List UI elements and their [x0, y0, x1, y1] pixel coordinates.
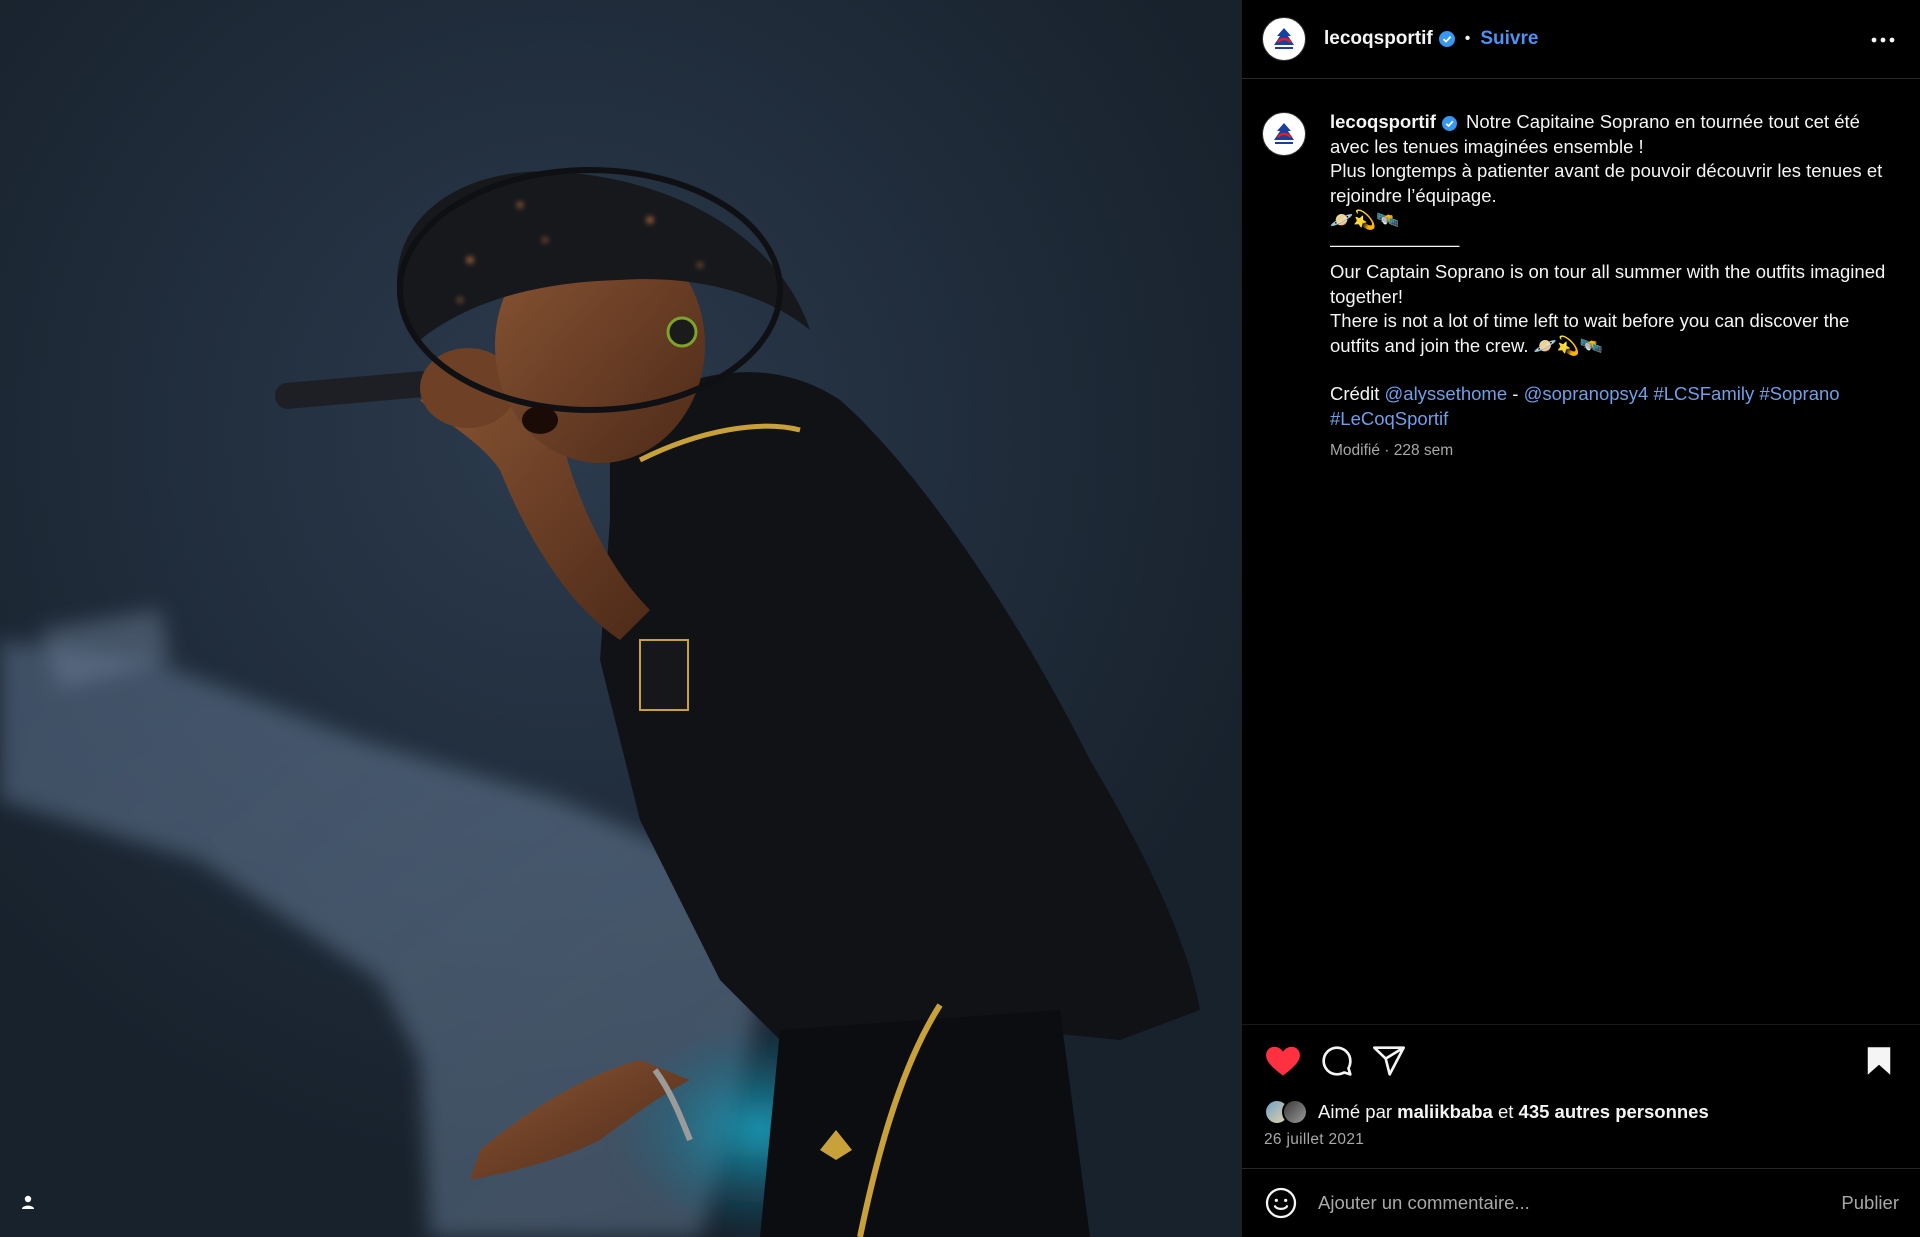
- likes-others-count[interactable]: 435 autres personnes: [1519, 1101, 1709, 1123]
- caption-author-avatar[interactable]: [1262, 112, 1306, 156]
- caption-username[interactable]: lecoqsportif: [1330, 111, 1436, 132]
- hashtag-link[interactable]: #LCSFamily: [1653, 383, 1754, 404]
- verified-badge-icon: [1441, 116, 1457, 131]
- post-header: lecoqsportif • Suivre: [1242, 0, 1920, 79]
- save-button[interactable]: [1860, 1042, 1898, 1080]
- bookmark-icon: [1867, 1047, 1891, 1075]
- emoji-button[interactable]: [1264, 1186, 1298, 1220]
- caption-credits: Crédit @alyssethome - @sopranopsy4 #LCSF…: [1330, 382, 1902, 431]
- credit-label: Crédit: [1330, 383, 1380, 404]
- share-icon: [1373, 1046, 1405, 1076]
- caption-divider: ———————: [1330, 233, 1460, 255]
- comment-input[interactable]: [1318, 1192, 1842, 1214]
- verified-badge-icon: [1438, 31, 1455, 47]
- comment-button[interactable]: [1318, 1042, 1356, 1080]
- likes-prefix: Aimé par: [1318, 1101, 1393, 1122]
- like-button[interactable]: [1264, 1042, 1302, 1080]
- publish-button[interactable]: Publier: [1841, 1192, 1899, 1214]
- liker-avatars: [1264, 1099, 1308, 1125]
- emoji-icon: [1265, 1187, 1297, 1219]
- caption-en-emojis: 🪐💫🛰️: [1533, 334, 1603, 356]
- likes-middle: et: [1497, 1101, 1514, 1122]
- post-photo[interactable]: [0, 0, 1241, 1237]
- heart-icon: [1266, 1046, 1300, 1076]
- divider: [1242, 1024, 1920, 1025]
- caption-line-2: Plus longtemps à patienter avant de pouv…: [1330, 160, 1883, 206]
- post-side-panel: lecoqsportif • Suivre lecoqsportif Notre…: [1241, 0, 1920, 1237]
- user-tag-button[interactable]: [20, 1194, 48, 1222]
- caption-paragraph-fr: lecoqsportif Notre Capitaine Soprano en …: [1330, 110, 1902, 257]
- post-date[interactable]: 26 juillet 2021: [1264, 1131, 1364, 1149]
- author-username[interactable]: lecoqsportif: [1324, 28, 1433, 50]
- caption-en-line-1: Our Captain Soprano is on tour all summe…: [1330, 261, 1886, 307]
- caption-text: lecoqsportif Notre Capitaine Soprano en …: [1330, 110, 1902, 464]
- comment-icon: [1322, 1046, 1352, 1076]
- more-options-button[interactable]: [1869, 26, 1897, 54]
- mention-link[interactable]: @sopranopsy4: [1524, 383, 1649, 404]
- caption-emoji-line: 🪐💫🛰️: [1330, 209, 1400, 230]
- follow-button[interactable]: Suivre: [1480, 28, 1538, 50]
- likes-summary[interactable]: Aimé par maliikbaba et 435 autres person…: [1264, 1099, 1709, 1125]
- credit-dash: -: [1512, 383, 1519, 404]
- dot-separator: •: [1464, 30, 1471, 47]
- user-tag-icon: [22, 1195, 34, 1209]
- brand-logo-icon: [1274, 28, 1294, 49]
- caption-modified-time: Modifié · 228 sem: [1330, 442, 1454, 459]
- author-avatar[interactable]: [1262, 17, 1306, 61]
- hashtag-link[interactable]: #Soprano: [1759, 383, 1839, 404]
- avatar: [1282, 1099, 1308, 1125]
- post-actions: [1264, 1042, 1899, 1082]
- caption-paragraph-en: Our Captain Soprano is on tour all summe…: [1330, 260, 1902, 358]
- share-button[interactable]: [1370, 1042, 1408, 1080]
- post-caption: lecoqsportif Notre Capitaine Soprano en …: [1262, 110, 1902, 464]
- comment-bar: Publier: [1242, 1168, 1920, 1237]
- performer-illustration: [0, 0, 1241, 1237]
- liker-username[interactable]: maliikbaba: [1397, 1101, 1493, 1123]
- mention-link[interactable]: @alyssethome: [1385, 383, 1508, 404]
- brand-logo-icon: [1274, 123, 1294, 144]
- more-options-icon: [1871, 37, 1895, 43]
- hashtag-link[interactable]: #LeCoqSportif: [1330, 408, 1448, 429]
